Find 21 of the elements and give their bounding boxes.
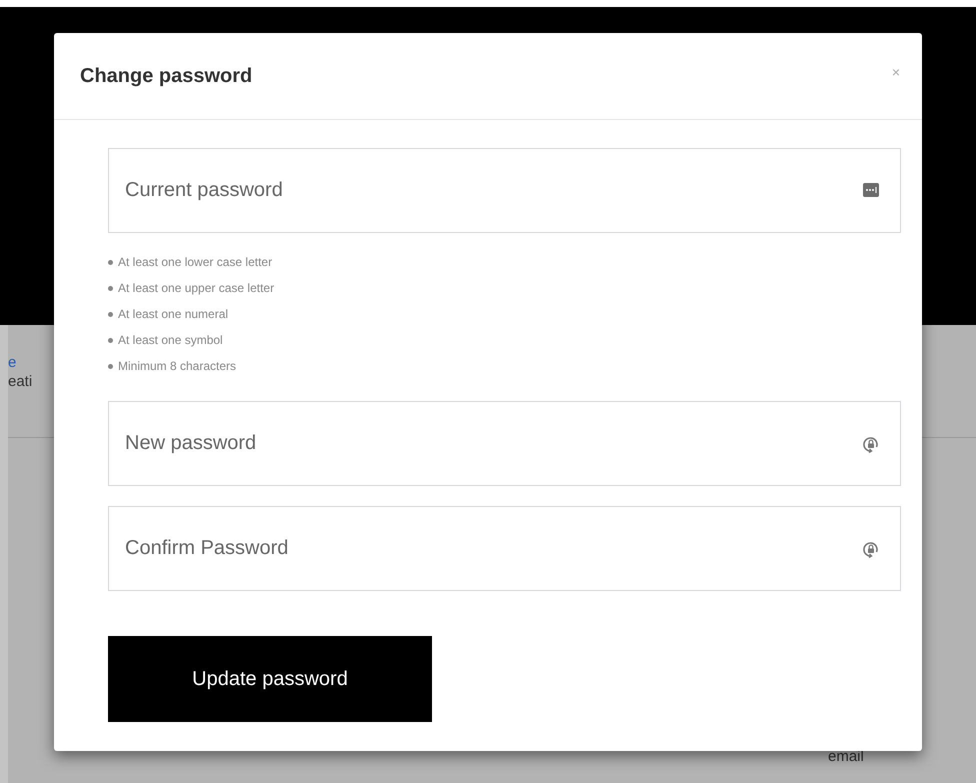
lock-refresh-icon[interactable] [863,541,879,559]
password-field[interactable]: Confirm Password [108,506,901,591]
password-rule: At least one upper case letter [118,280,274,297]
bullet-icon [108,312,113,317]
update-password-button[interactable]: Update password [108,636,432,722]
password-rule: Minimum 8 characters [118,358,236,375]
password-rule: At least one symbol [118,332,223,349]
password-rule: At least one lower case letter [118,254,272,271]
dialog-title: Change password [80,64,252,89]
password-field[interactable]: Current password [108,148,901,233]
bullet-icon [108,364,113,369]
lock-refresh-icon[interactable] [863,436,879,454]
password-field[interactable]: New password [108,401,901,486]
bullet-icon [108,338,113,343]
password-rule: At least one numeral [118,306,228,323]
background-label: email [828,749,865,764]
password-dots-icon[interactable] [863,183,879,197]
bullet-icon [108,260,113,265]
background-text: eati [8,374,34,389]
bullet-icon [108,286,113,291]
close-button[interactable]: × [892,65,900,79]
